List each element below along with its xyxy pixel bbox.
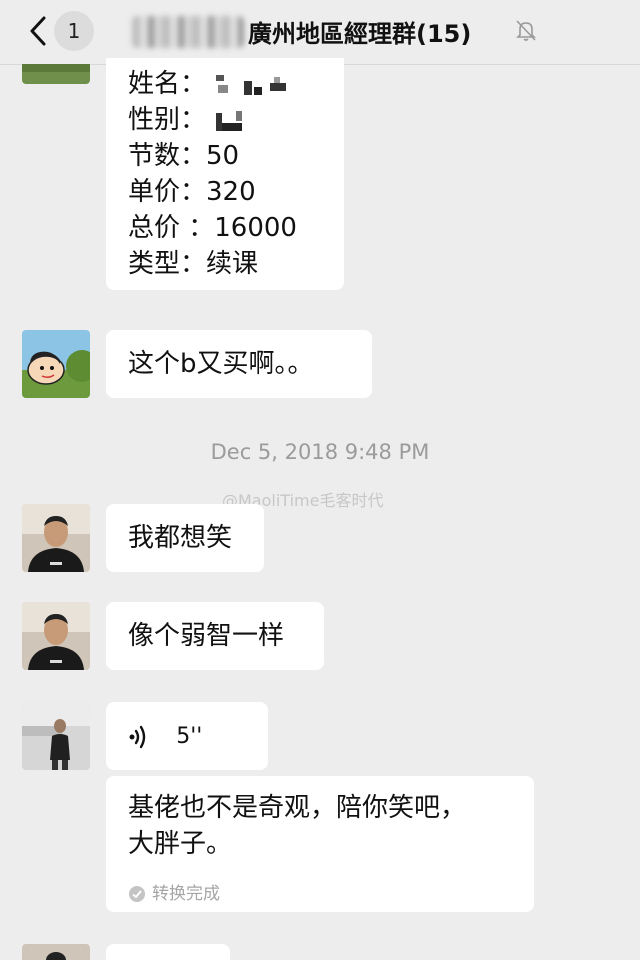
- avatar[interactable]: [22, 602, 90, 670]
- order-row-total: 总价 ：16000: [128, 213, 297, 243]
- voice-transcript-bubble[interactable]: 基佬也不是奇观，陪你笑吧， 大胖子。 转换完成: [106, 776, 534, 912]
- unread-count-badge[interactable]: 1: [54, 11, 94, 51]
- censored-gender: [216, 110, 243, 131]
- voice-message-bubble[interactable]: 5'': [106, 702, 268, 770]
- order-row-sessions: 节数：50: [128, 141, 240, 171]
- blurred-name: [132, 16, 244, 48]
- voice-duration: 5'': [176, 723, 203, 749]
- avatar[interactable]: [22, 64, 90, 84]
- message-bubble[interactable]: 这个b又买啊。。: [106, 330, 372, 398]
- order-row-name: 姓名：: [128, 66, 322, 102]
- avatar[interactable]: [22, 702, 90, 770]
- voice-wave-icon: [129, 725, 146, 748]
- order-row-gender: 性别：: [128, 102, 322, 138]
- message-bubble[interactable]: 像个弱智一样: [106, 602, 324, 670]
- order-info-bubble[interactable]: 姓名： 性别： 节数：50 单价：320 总价 ：16000 类型：续课: [106, 58, 344, 290]
- check-circle-icon: [129, 886, 145, 902]
- avatar[interactable]: [22, 944, 90, 960]
- group-title: 廣州地區經理群(15): [248, 20, 472, 48]
- message-bubble[interactable]: [106, 944, 230, 960]
- bell-off-icon: [516, 20, 536, 41]
- avatar[interactable]: [22, 504, 90, 572]
- convert-status: 转换完成: [128, 876, 512, 912]
- timestamp: Dec 5, 2018 9:48 PM: [210, 440, 430, 464]
- order-row-type: 类型：续课: [128, 249, 259, 279]
- message-bubble[interactable]: 我都想笑: [106, 504, 264, 572]
- order-row-unit-price: 单价：320: [128, 177, 256, 207]
- chevron-left-icon[interactable]: [24, 14, 54, 48]
- chat-header: 1 廣州地區經理群(15): [0, 0, 640, 65]
- avatar[interactable]: [22, 330, 90, 398]
- censored-name: [216, 74, 287, 95]
